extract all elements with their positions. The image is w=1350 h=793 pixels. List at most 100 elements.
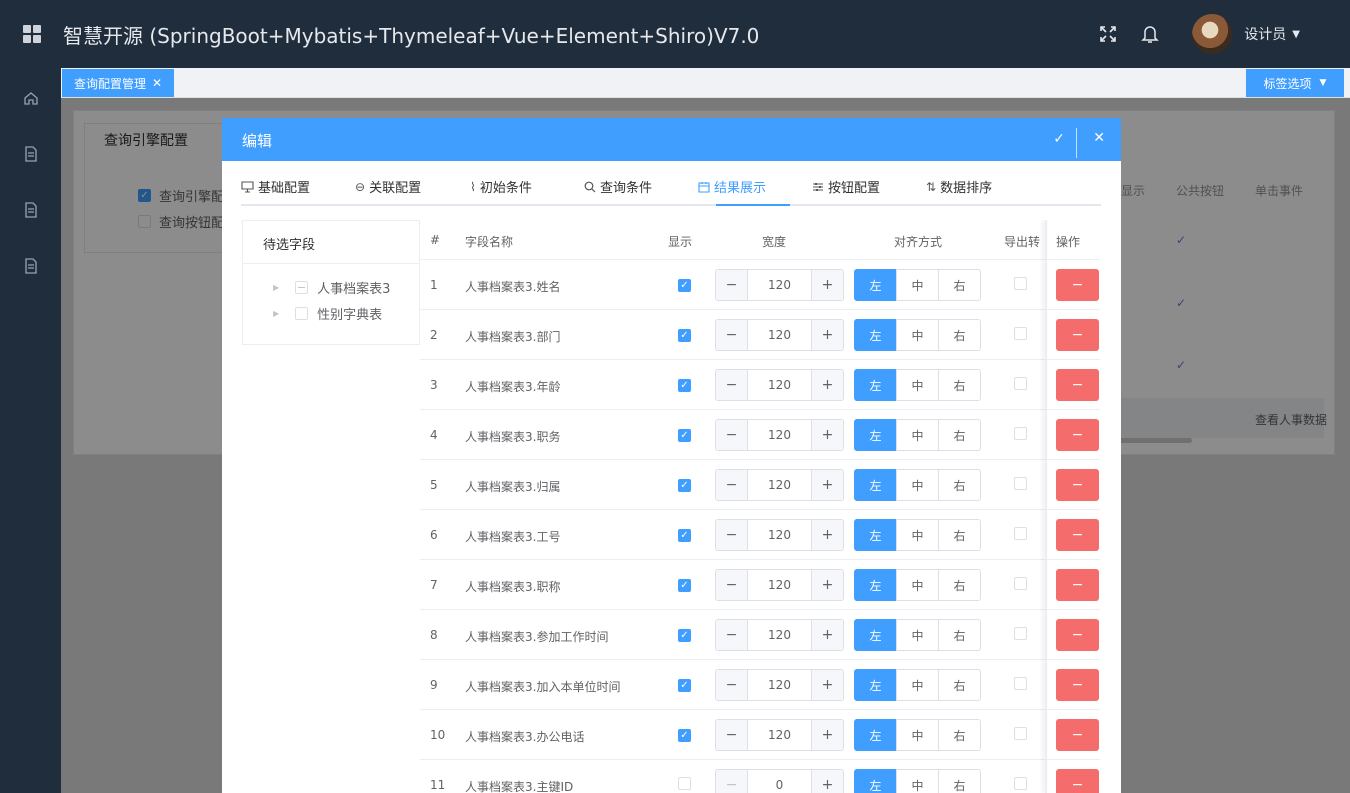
align-right-button[interactable]: 右 xyxy=(938,319,981,351)
minus-icon[interactable]: − xyxy=(716,270,748,300)
checkbox-indeterminate-icon[interactable] xyxy=(295,281,309,294)
close-icon[interactable]: ✕ xyxy=(1093,130,1105,146)
plus-icon[interactable]: + xyxy=(811,670,843,700)
align-left-button[interactable]: 左 xyxy=(854,469,897,501)
tab-result-display[interactable]: 结果展示 xyxy=(698,177,766,196)
remove-row-button[interactable]: − xyxy=(1056,569,1099,601)
checkbox-icon[interactable] xyxy=(1014,477,1027,490)
checkbox-checked-icon[interactable]: ✓ xyxy=(678,379,691,392)
minus-icon[interactable]: − xyxy=(716,470,748,500)
minus-icon[interactable]: − xyxy=(716,420,748,450)
remove-row-button[interactable]: − xyxy=(1056,269,1099,301)
tree-node[interactable]: ▶ 性别字典表 xyxy=(273,304,382,323)
checkbox-checked-icon[interactable]: ✓ xyxy=(678,279,691,292)
plus-icon[interactable]: + xyxy=(811,770,843,793)
checkbox-checked-icon[interactable]: ✓ xyxy=(678,529,691,542)
width-stepper[interactable]: −120 + xyxy=(715,669,844,701)
align-center-button[interactable]: 中 xyxy=(896,769,939,793)
tab-button-config[interactable]: 按钮配置 xyxy=(812,177,880,196)
width-stepper[interactable]: −120 + xyxy=(715,719,844,751)
align-right-button[interactable]: 右 xyxy=(938,519,981,551)
export-checkbox[interactable] xyxy=(1014,627,1027,643)
align-left-button[interactable]: 左 xyxy=(854,719,897,751)
show-checkbox[interactable]: ✓ xyxy=(678,427,691,442)
show-checkbox[interactable]: ✓ xyxy=(678,377,691,392)
minus-icon[interactable]: − xyxy=(716,370,748,400)
align-center-button[interactable]: 中 xyxy=(896,269,939,301)
export-checkbox[interactable] xyxy=(1014,327,1027,343)
bell-icon[interactable] xyxy=(1140,24,1160,44)
show-checkbox[interactable]: ✓ xyxy=(678,277,691,292)
minus-icon[interactable]: − xyxy=(716,520,748,550)
tab-query-config[interactable]: 查询配置管理 ✕ xyxy=(62,69,175,97)
export-checkbox[interactable] xyxy=(1014,427,1027,443)
close-icon[interactable]: ✕ xyxy=(152,76,162,90)
export-checkbox[interactable] xyxy=(1014,277,1027,293)
width-input[interactable]: 120 xyxy=(748,470,811,500)
width-stepper[interactable]: −120 + xyxy=(715,519,844,551)
width-stepper[interactable]: −120 + xyxy=(715,269,844,301)
align-left-button[interactable]: 左 xyxy=(854,319,897,351)
align-left-button[interactable]: 左 xyxy=(854,419,897,451)
confirm-check-icon[interactable]: ✓ xyxy=(1053,131,1065,147)
align-center-button[interactable]: 中 xyxy=(896,469,939,501)
align-right-button[interactable]: 右 xyxy=(938,369,981,401)
width-input[interactable]: 120 xyxy=(748,270,811,300)
width-stepper[interactable]: −120 + xyxy=(715,569,844,601)
checkbox-icon[interactable] xyxy=(1014,677,1027,690)
width-stepper[interactable]: −0 + xyxy=(715,769,844,793)
align-center-button[interactable]: 中 xyxy=(896,719,939,751)
export-checkbox[interactable] xyxy=(1014,727,1027,743)
export-checkbox[interactable] xyxy=(1014,377,1027,393)
show-checkbox[interactable]: ✓ xyxy=(678,577,691,592)
minus-icon[interactable]: − xyxy=(716,620,748,650)
remove-row-button[interactable]: − xyxy=(1056,769,1099,793)
align-left-button[interactable]: 左 xyxy=(854,769,897,793)
align-right-button[interactable]: 右 xyxy=(938,269,981,301)
align-left-button[interactable]: 左 xyxy=(854,369,897,401)
document-icon[interactable] xyxy=(0,238,61,294)
plus-icon[interactable]: + xyxy=(811,420,843,450)
align-center-button[interactable]: 中 xyxy=(896,519,939,551)
align-right-button[interactable]: 右 xyxy=(938,719,981,751)
width-input[interactable]: 120 xyxy=(748,720,811,750)
width-input[interactable]: 120 xyxy=(748,670,811,700)
show-checkbox[interactable] xyxy=(678,777,691,793)
remove-row-button[interactable]: − xyxy=(1056,519,1099,551)
export-checkbox[interactable] xyxy=(1014,477,1027,493)
home-icon[interactable] xyxy=(0,70,61,126)
show-checkbox[interactable]: ✓ xyxy=(678,527,691,542)
plus-icon[interactable]: + xyxy=(811,720,843,750)
remove-row-button[interactable]: − xyxy=(1056,469,1099,501)
width-input[interactable]: 120 xyxy=(748,620,811,650)
checkbox-checked-icon[interactable]: ✓ xyxy=(678,479,691,492)
align-right-button[interactable]: 右 xyxy=(938,669,981,701)
width-input[interactable]: 0 xyxy=(748,770,811,793)
width-input[interactable]: 120 xyxy=(748,570,811,600)
align-left-button[interactable]: 左 xyxy=(854,269,897,301)
checkbox-icon[interactable] xyxy=(1014,427,1027,440)
align-right-button[interactable]: 右 xyxy=(938,469,981,501)
tab-options-button[interactable]: 标签选项 ▼ xyxy=(1246,69,1344,97)
tab-query-conditions[interactable]: 查询条件 xyxy=(584,177,652,196)
plus-icon[interactable]: + xyxy=(811,520,843,550)
width-input[interactable]: 120 xyxy=(748,370,811,400)
minus-icon[interactable]: − xyxy=(716,670,748,700)
checkbox-icon[interactable] xyxy=(1014,777,1027,790)
align-center-button[interactable]: 中 xyxy=(896,319,939,351)
apps-grid-icon[interactable] xyxy=(23,25,41,43)
tree-node[interactable]: ▶ 人事档案表3 xyxy=(273,278,390,297)
show-checkbox[interactable]: ✓ xyxy=(678,477,691,492)
width-stepper[interactable]: −120 + xyxy=(715,469,844,501)
checkbox-icon[interactable] xyxy=(1014,527,1027,540)
export-checkbox[interactable] xyxy=(1014,677,1027,693)
align-left-button[interactable]: 左 xyxy=(854,669,897,701)
width-stepper[interactable]: −120 + xyxy=(715,369,844,401)
align-center-button[interactable]: 中 xyxy=(896,669,939,701)
checkbox-icon[interactable] xyxy=(1014,627,1027,640)
align-right-button[interactable]: 右 xyxy=(938,569,981,601)
align-center-button[interactable]: 中 xyxy=(896,419,939,451)
checkbox-checked-icon[interactable]: ✓ xyxy=(678,579,691,592)
checkbox-checked-icon[interactable]: ✓ xyxy=(678,679,691,692)
align-left-button[interactable]: 左 xyxy=(854,619,897,651)
